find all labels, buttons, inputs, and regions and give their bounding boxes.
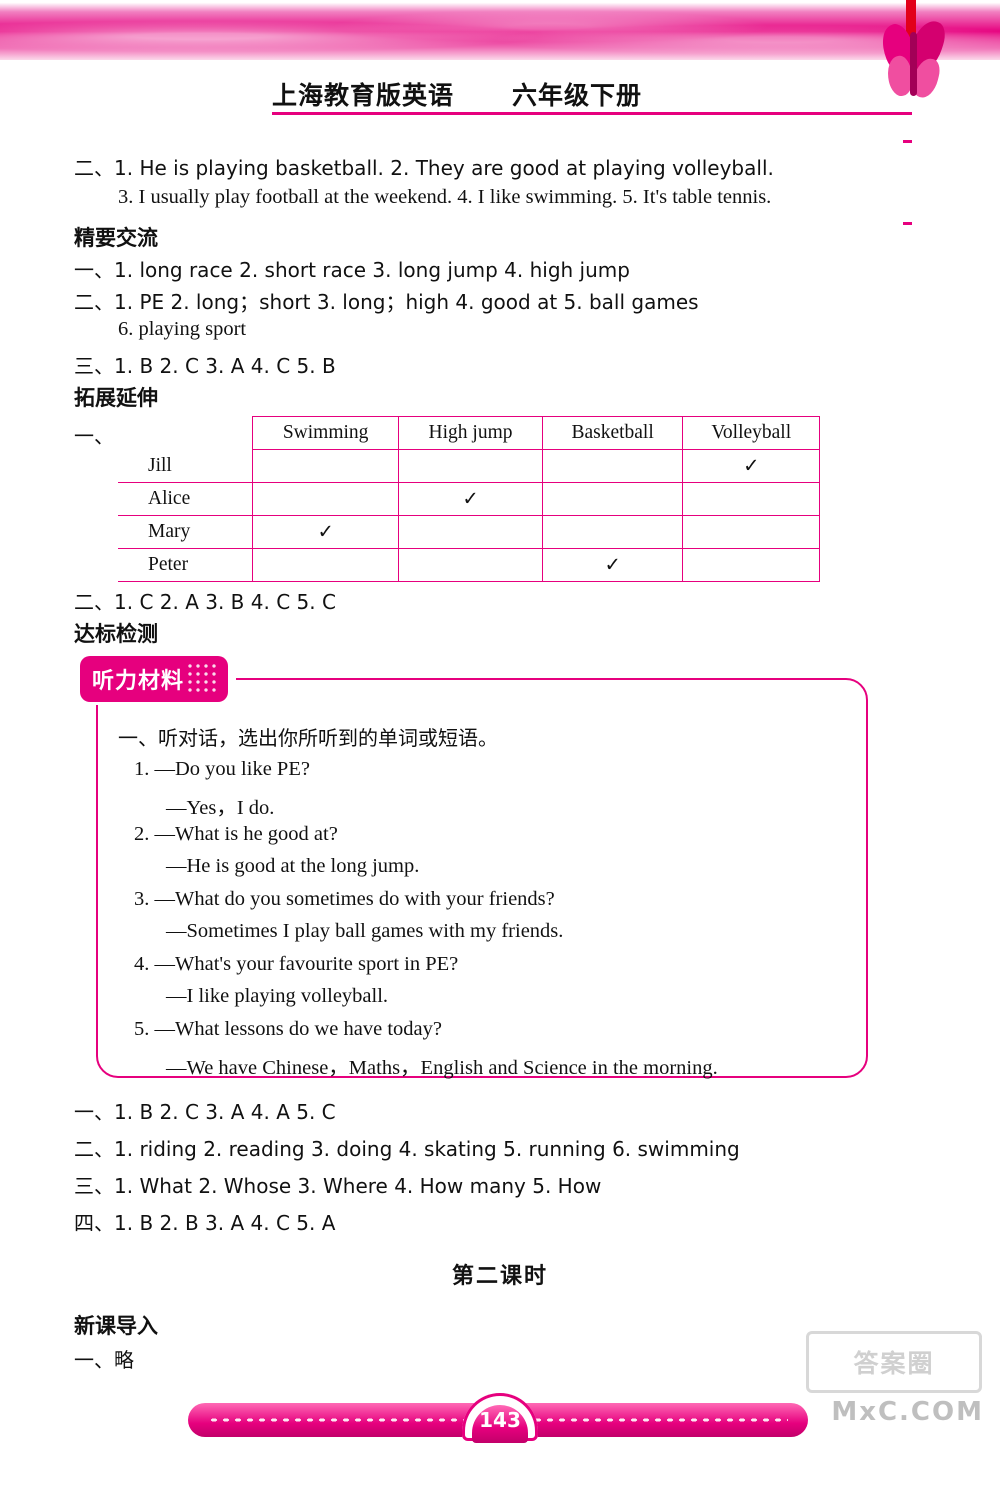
row-label: Jill xyxy=(118,449,253,483)
cell-mark xyxy=(251,449,400,483)
listening-item-a: —Yes，I do. xyxy=(166,797,275,819)
answer-line: 二、1. PE 2. long；short 3. long；high 4. go… xyxy=(74,290,699,314)
listening-material-label: 听力材料 xyxy=(92,669,185,694)
cell-mark xyxy=(398,515,543,549)
cell-mark xyxy=(398,449,543,483)
answer-line: 三、1. B 2. C 3. A 4. C 5. B xyxy=(74,354,336,378)
answer-line: 四、1. B 2. B 3. A 4. C 5. A xyxy=(74,1211,336,1235)
item-question: —What is he good at? xyxy=(154,823,338,845)
listening-item-q: 3. —What do you sometimes do with your f… xyxy=(134,888,555,911)
tab-join-cover xyxy=(228,676,236,682)
section-title: 拓展延伸 xyxy=(74,386,158,410)
answer-line: 6. playing sport xyxy=(118,318,247,340)
edge-tick-2 xyxy=(903,222,912,225)
table-header-cell: Basketball xyxy=(541,416,684,450)
listening-item-a: —We have Chinese，Maths，English and Scien… xyxy=(166,1057,718,1079)
page-header: 上海教育版英语 六年级下册 xyxy=(272,68,912,112)
answer-line: 一、略 xyxy=(74,1348,134,1372)
page-number: 143 xyxy=(479,1408,521,1432)
section-title: 达标检测 xyxy=(74,622,158,646)
item-question: —What lessons do we have today? xyxy=(154,1018,443,1040)
table-header-row: Swimming High jump Basketball Volleyball xyxy=(118,416,820,450)
item-question: —What do you sometimes do with your frie… xyxy=(154,888,555,910)
section-title: 精要交流 xyxy=(74,226,158,250)
answer-line: 二、1. riding 2. reading 3. doing 4. skati… xyxy=(74,1137,740,1161)
item-number: 3. xyxy=(134,888,150,910)
listening-item-a: —He is good at the long jump. xyxy=(166,855,420,877)
listening-material-tab: 听力材料 xyxy=(80,656,228,702)
lesson-title: 第二课时 xyxy=(451,1264,548,1289)
cell-mark xyxy=(541,515,684,549)
list-marker: 一、 xyxy=(74,424,114,448)
cell-mark xyxy=(251,548,400,582)
row-label: Alice xyxy=(118,482,253,516)
answer-line: 二、1. C 2. A 3. B 4. C 5. C xyxy=(74,590,336,614)
table-corner-cell xyxy=(118,417,253,450)
cell-mark xyxy=(251,482,400,516)
dot-pattern-icon xyxy=(186,662,220,696)
listening-item-a: —I like playing volleyball. xyxy=(166,985,389,1007)
answer-line: 一、1. long race 2. short race 3. long jum… xyxy=(74,258,630,282)
watermark-logo: 答案圈 xyxy=(806,1331,982,1393)
listening-item-q: 1. —Do you like PE? xyxy=(134,758,310,781)
answer-line: 3. I usually play football at the weeken… xyxy=(118,186,772,208)
listening-heading: 一、听对话，选出你所听到的单词或短语。 xyxy=(118,726,498,750)
cell-mark: ✓ xyxy=(398,482,543,516)
table-row: Peter ✓ xyxy=(118,548,820,582)
row-label: Mary xyxy=(118,515,253,549)
page-root: 上海教育版英语 六年级下册 二、1. He is playing basketb… xyxy=(0,0,1000,1485)
book-title: 上海教育版英语 xyxy=(272,81,455,110)
listening-item-q: 4. —What's your favourite sport in PE? xyxy=(134,953,458,976)
item-number: 2. xyxy=(134,823,150,845)
section-title: 新课导入 xyxy=(74,1314,158,1338)
edge-tick-1 xyxy=(903,140,912,143)
cell-mark xyxy=(541,449,684,483)
table-row: Mary ✓ xyxy=(118,515,820,549)
cell-mark xyxy=(682,548,820,582)
answer-line: 一、1. B 2. C 3. A 4. A 5. C xyxy=(74,1100,336,1124)
listening-item-q: 5. —What lessons do we have today? xyxy=(134,1018,442,1041)
answer-line: 二、1. He is playing basketball. 2. They a… xyxy=(74,156,774,180)
top-decorative-band xyxy=(0,0,1000,66)
listening-item-a: —Sometimes I play ball games with my fri… xyxy=(166,920,564,942)
table-header-cell: Volleyball xyxy=(682,416,820,450)
table-row: Alice ✓ xyxy=(118,482,820,516)
item-number: 4. xyxy=(134,953,150,975)
item-question: —What's your favourite sport in PE? xyxy=(154,953,459,975)
table-header-cell: Swimming xyxy=(251,416,400,450)
cell-mark xyxy=(398,548,543,582)
answer-line: 三、1. What 2. Whose 3. Where 4. How many … xyxy=(74,1174,602,1198)
cell-mark: ✓ xyxy=(682,449,820,483)
item-number: 1. xyxy=(134,758,150,780)
cell-mark xyxy=(541,482,684,516)
cell-mark: ✓ xyxy=(251,515,400,549)
listening-item-q: 2. —What is he good at? xyxy=(134,823,338,846)
row-label: Peter xyxy=(118,548,253,582)
table-header-cell: High jump xyxy=(398,416,543,450)
item-number: 5. xyxy=(134,1018,150,1040)
cell-mark xyxy=(682,482,820,516)
header-rule xyxy=(272,112,912,115)
cell-mark xyxy=(682,515,820,549)
cell-mark: ✓ xyxy=(541,548,684,582)
sports-table: Swimming High jump Basketball Volleyball… xyxy=(118,416,820,582)
grade-label: 六年级下册 xyxy=(512,81,643,110)
item-question: —Do you like PE? xyxy=(154,758,310,780)
table-row: Jill ✓ xyxy=(118,449,820,483)
